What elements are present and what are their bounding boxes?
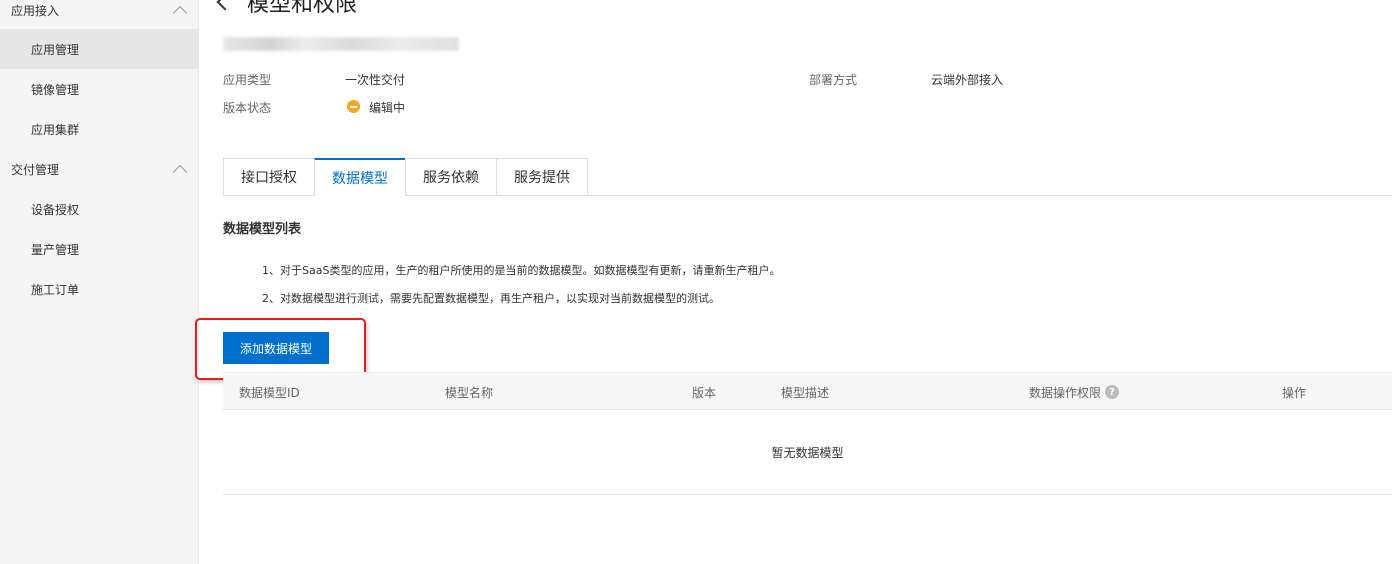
deploy-label: 部署方式: [809, 73, 858, 87]
status-editing-icon: [347, 100, 360, 113]
column-header-name: 模型名称: [445, 385, 494, 400]
page-header: 模型和权限: [216, 0, 358, 18]
sidebar-group-app-access[interactable]: 应用接入: [0, 0, 199, 30]
column-header-id: 数据模型ID: [239, 385, 300, 400]
sidebar: 应用接入 应用管理 镜像管理 应用集群 交付管理 设备授权 量产管理 施工订单: [0, 0, 199, 564]
column-header-description: 模型描述: [781, 385, 830, 400]
sidebar-group-delivery[interactable]: 交付管理: [0, 149, 199, 189]
tab-service-provide[interactable]: 服务提供: [496, 158, 588, 196]
column-header-permission: 数据操作权限 ?: [1029, 373, 1120, 411]
back-arrow-icon[interactable]: [216, 0, 234, 11]
table-header: 数据模型ID 模型名称 版本 模型描述 数据操作权限 ? 操作: [223, 372, 1392, 410]
sidebar-item-image-management[interactable]: 镜像管理: [0, 69, 199, 109]
main-content: 模型和权限 应用类型 一次性交付 部署方式 云端外部接入 版本状态 编辑中 接口…: [195, 0, 1392, 564]
sidebar-item-label: 施工订单: [31, 282, 80, 297]
sidebar-item-label: 应用集群: [31, 122, 80, 137]
sidebar-item-construction-order[interactable]: 施工订单: [0, 269, 199, 309]
sidebar-group-label: 应用接入: [11, 3, 60, 18]
chevron-up-icon: [172, 5, 188, 20]
column-header-permission-label: 数据操作权限: [1029, 385, 1102, 400]
empty-state: 暂无数据模型: [223, 410, 1392, 495]
help-icon[interactable]: ?: [1105, 385, 1120, 399]
version-status-label: 版本状态: [223, 101, 272, 115]
deploy-value: 云端外部接入: [931, 73, 1004, 87]
empty-state-text: 暂无数据模型: [771, 445, 844, 460]
tab-service-dependency[interactable]: 服务依赖: [405, 158, 496, 196]
column-header-version: 版本: [692, 385, 717, 400]
sidebar-item-label: 设备授权: [31, 202, 80, 217]
version-status-value: 编辑中: [369, 101, 406, 115]
sidebar-item-app-management[interactable]: 应用管理: [0, 29, 199, 69]
column-header-actions: 操作: [1282, 385, 1307, 400]
sidebar-item-mass-production[interactable]: 量产管理: [0, 229, 199, 269]
sidebar-item-label: 镜像管理: [31, 82, 80, 97]
data-model-table: 数据模型ID 模型名称 版本 模型描述 数据操作权限 ? 操作 暂无数据模型: [223, 372, 1392, 495]
section-title: 数据模型列表: [223, 222, 302, 237]
page-title: 模型和权限: [247, 0, 358, 17]
sidebar-item-label: 量产管理: [31, 242, 80, 257]
tab-interface-auth[interactable]: 接口授权: [223, 158, 314, 196]
note-2: 2、对数据模型进行测试，需要先配置数据模型，再生产租户，以实现对当前数据模型的测…: [262, 292, 720, 305]
app-type-label: 应用类型: [223, 73, 272, 87]
sidebar-item-device-auth[interactable]: 设备授权: [0, 189, 199, 229]
sidebar-group-label: 交付管理: [11, 162, 60, 177]
redacted-app-id: [223, 37, 459, 51]
sidebar-item-label: 应用管理: [31, 42, 80, 57]
tab-bar: 接口授权 数据模型 服务依赖 服务提供: [223, 158, 588, 196]
chevron-up-icon: [172, 164, 188, 179]
sidebar-item-app-cluster[interactable]: 应用集群: [0, 109, 199, 149]
add-data-model-button[interactable]: 添加数据模型: [223, 332, 329, 364]
note-1: 1、对于SaaS类型的应用，生产的租户所使用的是当前的数据模型。如数据模型有更新…: [262, 264, 781, 277]
app-type-value: 一次性交付: [345, 73, 406, 87]
tab-data-model[interactable]: 数据模型: [314, 158, 405, 196]
